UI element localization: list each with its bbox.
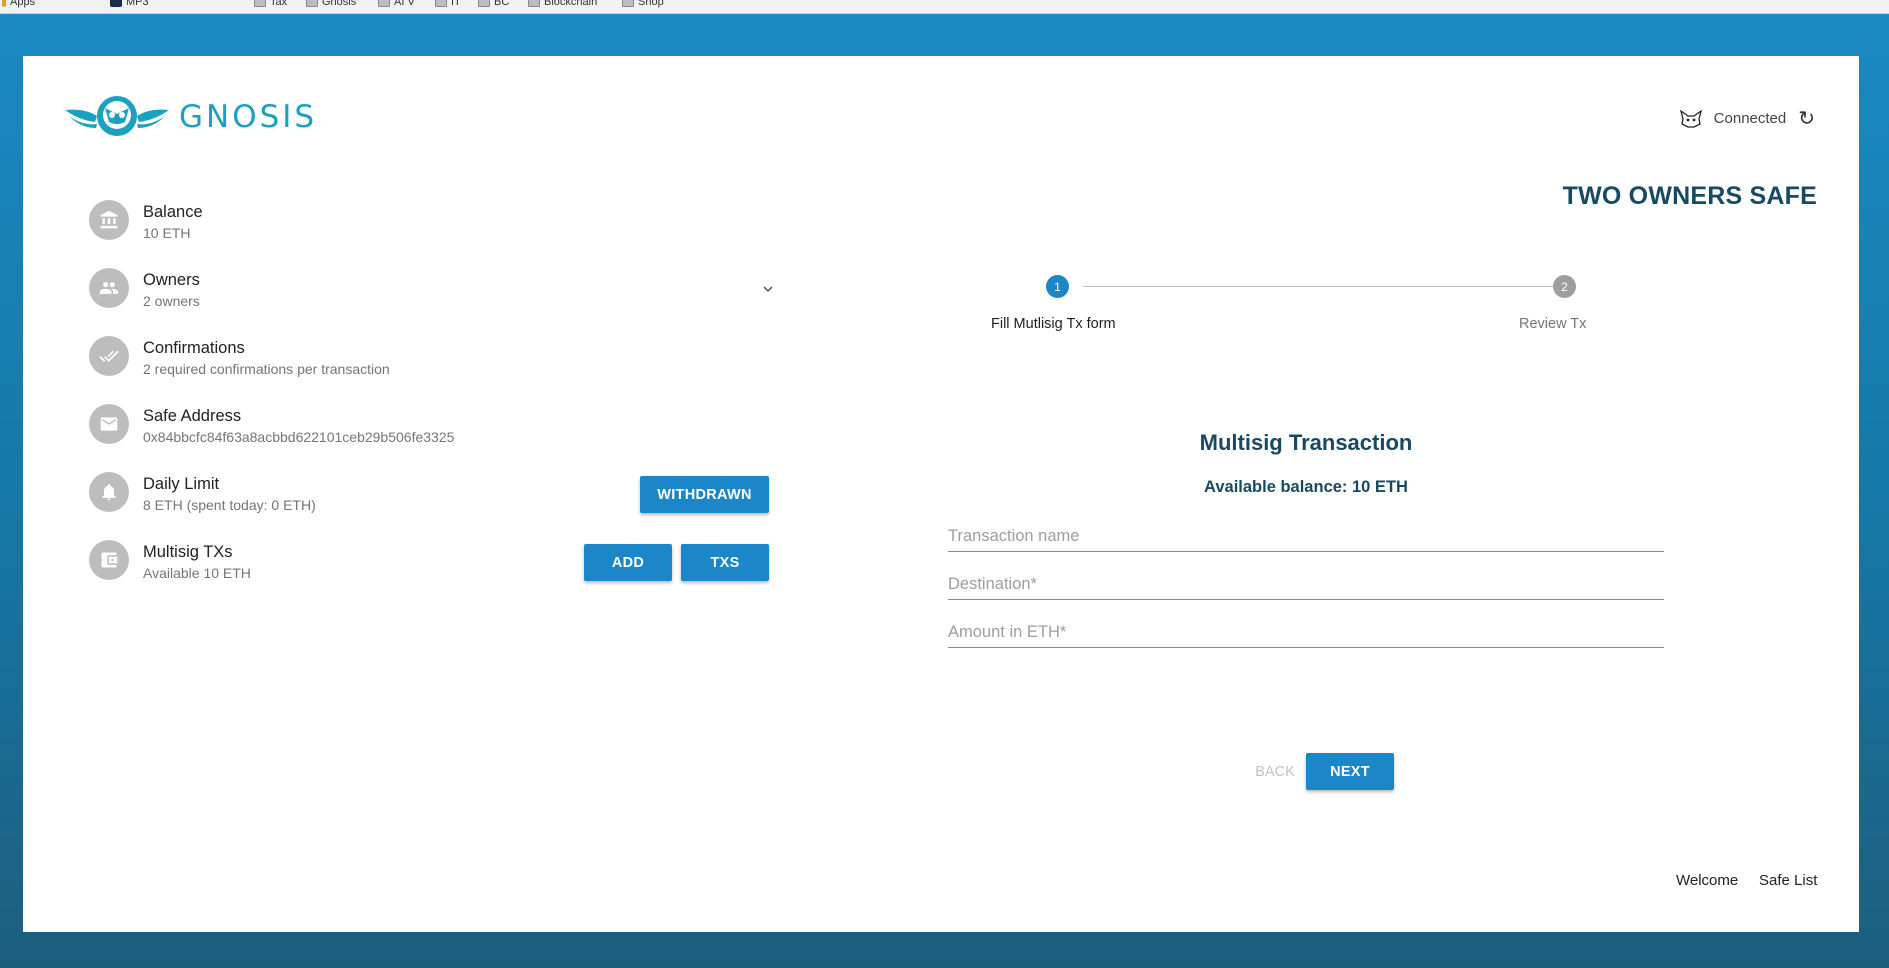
step-1-circle: 1 — [1046, 275, 1069, 298]
folder-icon — [622, 0, 634, 7]
available-balance: Available balance: 10 ETH — [1204, 478, 1408, 496]
item-title: Safe Address — [143, 407, 242, 425]
balance-value: 10 ETH — [143, 225, 191, 241]
app-card: GNOSIS Connected ↻ Balance 10 ETH Owners… — [23, 56, 1859, 932]
amount-input[interactable] — [948, 618, 1664, 648]
bookmarks-bar: Apps MP3 Tax Gnosis AI V IT BC Blockchai… — [0, 0, 1889, 14]
logo-text: GNOSIS — [179, 99, 318, 135]
folder-icon — [306, 0, 318, 7]
double-check-icon — [99, 350, 119, 362]
footer-link-safe-list[interactable]: Safe List — [1759, 872, 1817, 889]
folder-icon — [254, 0, 266, 7]
daily-limit-value: 8 ETH (spent today: 0 ETH) — [143, 497, 316, 513]
withdrawn-button[interactable]: WITHDRAWN — [640, 476, 769, 513]
form-title: Multisig Transaction — [1199, 430, 1413, 455]
step-2-circle: 2 — [1553, 275, 1576, 298]
list-item-daily-limit: Daily Limit 8 ETH (spent today: 0 ETH) W… — [89, 472, 789, 540]
folder-icon — [528, 0, 540, 7]
mail-icon — [100, 417, 118, 431]
bank-icon — [100, 210, 118, 229]
list-item-balance: Balance 10 ETH — [89, 200, 789, 268]
avatar — [89, 540, 129, 580]
bookmark-apps[interactable]: Apps — [2, 0, 35, 8]
gnosis-logo[interactable]: GNOSIS — [65, 96, 317, 138]
destination-input[interactable] — [948, 570, 1664, 600]
refresh-icon[interactable]: ↻ — [1798, 106, 1815, 131]
confirmations-value: 2 required confirmations per transaction — [143, 361, 390, 377]
txs-button[interactable]: TXS — [681, 544, 769, 581]
owl-logo-icon — [65, 96, 169, 136]
bookmark-gnosis[interactable]: Gnosis — [306, 0, 356, 8]
folder-icon — [478, 0, 490, 7]
group-icon — [99, 282, 119, 294]
back-button[interactable]: BACK — [1240, 753, 1310, 790]
avatar — [89, 200, 129, 240]
bookmark-blockchain[interactable]: Blockchain — [528, 0, 597, 8]
folder-icon — [378, 0, 390, 7]
footer-link-welcome[interactable]: Welcome — [1676, 872, 1738, 889]
bookmark-shop[interactable]: Shop — [622, 0, 664, 8]
safe-name-title: TWO OWNERS SAFE — [1562, 182, 1817, 210]
avatar — [89, 336, 129, 376]
bookmark-bc[interactable]: BC — [478, 0, 509, 8]
bookmark-mp3[interactable]: MP3 — [110, 0, 149, 8]
metamask-fox-icon — [1679, 109, 1702, 128]
list-item-owners[interactable]: Owners 2 owners — [89, 268, 789, 336]
chevron-down-icon[interactable] — [759, 280, 777, 298]
folder-icon — [435, 0, 447, 7]
safe-info-list: Balance 10 ETH Owners 2 owners Confirmat… — [89, 200, 789, 608]
step-connector — [1083, 286, 1553, 287]
add-button[interactable]: ADD — [584, 544, 672, 581]
item-title: Balance — [143, 203, 203, 221]
connection-status: Connected ↻ — [1679, 106, 1815, 131]
bookmark-it[interactable]: IT — [435, 0, 461, 8]
alarm-icon — [102, 484, 116, 501]
item-title: Owners — [143, 271, 200, 289]
apps-icon — [2, 0, 6, 7]
bookmark-tax[interactable]: Tax — [254, 0, 287, 8]
safe-address-value: 0x84bbcfc84f63a8acbbd622101ceb29b506fe33… — [143, 429, 455, 445]
list-item-safe-address: Safe Address 0x84bbcfc84f63a8acbbd622101… — [89, 404, 789, 472]
step-2-label: Review Tx — [1519, 316, 1587, 332]
owners-count: 2 owners — [143, 293, 200, 309]
list-item-confirmations: Confirmations 2 required confirmations p… — [89, 336, 789, 404]
avatar — [89, 472, 129, 512]
list-item-multisig-txs: Multisig TXs Available 10 ETH ADD TXS — [89, 540, 789, 608]
item-title: Daily Limit — [143, 475, 220, 493]
mp3-icon — [110, 0, 122, 7]
bookmark-ai[interactable]: AI V — [378, 0, 415, 8]
avatar — [89, 268, 129, 308]
item-title: Confirmations — [143, 339, 245, 357]
step-1-label: Fill Mutlisig Tx form — [991, 316, 1116, 332]
avatar — [89, 404, 129, 444]
connection-label: Connected — [1713, 110, 1787, 127]
item-title: Multisig TXs — [143, 543, 233, 561]
wallet-icon — [101, 552, 118, 568]
transaction-name-input[interactable] — [948, 522, 1664, 552]
next-button[interactable]: NEXT — [1306, 753, 1394, 790]
multisig-available-value: Available 10 ETH — [143, 565, 251, 581]
